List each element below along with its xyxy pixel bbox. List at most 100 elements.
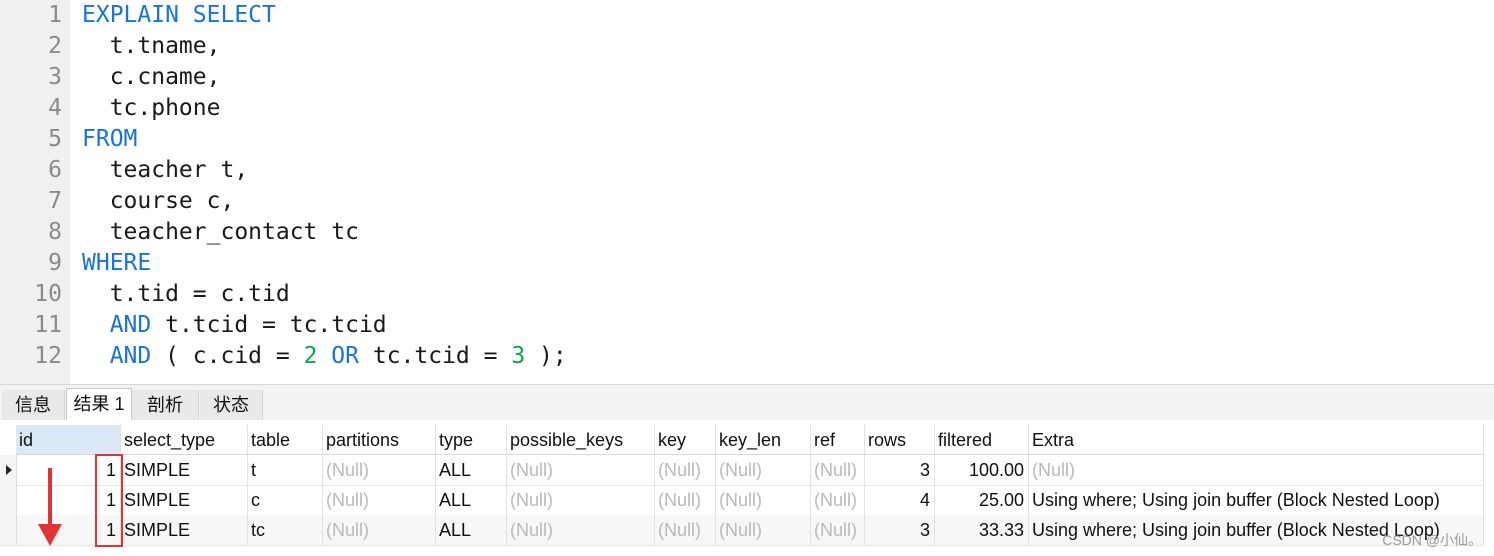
column-header-rows[interactable]: rows	[865, 425, 935, 455]
sql-token: tc.phone	[82, 95, 221, 121]
table-row[interactable]: 1 SIMPLE c (Null) ALL (Null) (Null) (Null) (Null…	[0, 485, 1484, 516]
code-line[interactable]: 6 teacher t,	[0, 155, 1494, 186]
column-header-key-len[interactable]: key_len	[716, 425, 811, 455]
code-text: course c,	[82, 186, 235, 217]
cell-possible-keys[interactable]: (Null)	[507, 515, 655, 545]
code-text: AND ( c.cid = 2 OR tc.tcid = 3 );	[82, 341, 567, 372]
cell-extra[interactable]: (Null)	[1029, 455, 1484, 485]
code-line[interactable]: 12 AND ( c.cid = 2 OR tc.tcid = 3 );	[0, 341, 1494, 372]
line-number: 6	[48, 157, 62, 183]
cell-table[interactable]: t	[248, 455, 323, 485]
line-number: 5	[48, 126, 62, 152]
code-line[interactable]: 1 EXPLAIN SELECT	[0, 0, 1494, 31]
code-line[interactable]: 4 tc.phone	[0, 93, 1494, 124]
column-header-type[interactable]: type	[436, 425, 507, 455]
sql-number: 2	[303, 343, 318, 369]
table-row[interactable]: 1 SIMPLE t (Null) ALL (Null) (Null) (Null) (Null…	[0, 455, 1484, 486]
column-header-ref[interactable]: ref	[811, 425, 865, 455]
down-arrow-head-icon	[38, 524, 62, 546]
cell-key-len[interactable]: (Null)	[716, 455, 811, 485]
line-number: 1	[48, 2, 62, 28]
sql-token: t.tcid = tc.tcid	[151, 312, 387, 338]
cell-key[interactable]: (Null)	[655, 455, 716, 485]
line-number: 2	[48, 33, 62, 59]
sql-token: c.cname,	[82, 64, 221, 90]
code-line[interactable]: 10 t.tid = c.tid	[0, 279, 1494, 310]
cell-type[interactable]: ALL	[436, 515, 507, 545]
column-header-id[interactable]: id	[16, 425, 121, 455]
cell-select-type[interactable]: SIMPLE	[121, 515, 248, 545]
column-header-extra[interactable]: Extra	[1029, 425, 1484, 455]
code-text: t.tid = c.tid	[82, 279, 290, 310]
code-text: t.tname,	[82, 31, 221, 62]
cell-ref[interactable]: (Null)	[811, 515, 865, 545]
sql-editor[interactable]: 1 EXPLAIN SELECT 2 t.tname, 3 c.cname, 4 tc.…	[0, 0, 1494, 384]
sql-keyword: AND	[109, 312, 152, 338]
tab-profile[interactable]: 剖析	[132, 390, 199, 420]
cell-possible-keys[interactable]: (Null)	[507, 485, 655, 515]
code-text: teacher t,	[82, 155, 248, 186]
cell-type[interactable]: ALL	[436, 485, 507, 515]
cell-partitions[interactable]: (Null)	[323, 515, 436, 545]
sql-token: tc.tcid =	[359, 343, 512, 369]
cell-ref[interactable]: (Null)	[811, 455, 865, 485]
column-header-select-type[interactable]: select_type	[121, 425, 248, 455]
code-line[interactable]: 8 teacher_contact tc	[0, 217, 1494, 248]
sql-keyword: FROM	[82, 126, 138, 152]
cell-table[interactable]: c	[248, 485, 323, 515]
cell-partitions[interactable]: (Null)	[323, 455, 436, 485]
sql-token: ( c.cid =	[151, 343, 304, 369]
sql-token: t.tname,	[82, 33, 221, 59]
sql-token: course c,	[82, 188, 235, 214]
down-arrow-icon	[48, 468, 52, 528]
sql-token: teacher_contact tc	[82, 219, 359, 245]
line-number: 12	[34, 343, 62, 369]
cell-extra[interactable]: Using where; Using join buffer (Block Ne…	[1029, 485, 1484, 515]
current-row-arrow-icon	[6, 465, 12, 475]
cell-type[interactable]: ALL	[436, 455, 507, 485]
cell-rows[interactable]: 3	[865, 455, 935, 485]
cell-filtered[interactable]: 33.33	[935, 515, 1029, 545]
cell-filtered[interactable]: 100.00	[935, 455, 1029, 485]
code-line[interactable]: 2 t.tname,	[0, 31, 1494, 62]
cell-key-len[interactable]: (Null)	[716, 515, 811, 545]
cell-key-len[interactable]: (Null)	[716, 485, 811, 515]
code-line[interactable]: 11 AND t.tcid = tc.tcid	[0, 310, 1494, 341]
cell-select-type[interactable]: SIMPLE	[121, 485, 248, 515]
row-indicator[interactable]	[0, 485, 17, 515]
row-indicator[interactable]	[0, 455, 17, 485]
tab-info[interactable]: 信息	[2, 390, 65, 420]
cell-filtered[interactable]: 25.00	[935, 485, 1029, 515]
code-line[interactable]: 9 WHERE	[0, 248, 1494, 279]
cell-rows[interactable]: 4	[865, 485, 935, 515]
code-line[interactable]: 3 c.cname,	[0, 62, 1494, 93]
code-line[interactable]: 5 FROM	[0, 124, 1494, 155]
code-text: AND t.tcid = tc.tcid	[82, 310, 387, 341]
code-line[interactable]: 7 course c,	[0, 186, 1494, 217]
result-grid[interactable]: id select_type table partitions type possible…	[0, 420, 1494, 556]
sql-token: );	[525, 343, 567, 369]
column-header-partitions[interactable]: partitions	[323, 425, 436, 455]
code-text: FROM	[82, 124, 137, 155]
tab-result-1[interactable]: 结果 1	[66, 388, 132, 422]
cell-select-type[interactable]: SIMPLE	[121, 455, 248, 485]
column-header-possible-keys[interactable]: possible_keys	[507, 425, 655, 455]
cell-partitions[interactable]: (Null)	[323, 485, 436, 515]
column-header-key[interactable]: key	[655, 425, 716, 455]
column-header-filtered[interactable]: filtered	[935, 425, 1029, 455]
tab-status[interactable]: 状态	[200, 390, 263, 420]
cell-key[interactable]: (Null)	[655, 485, 716, 515]
cell-ref[interactable]: (Null)	[811, 485, 865, 515]
row-indicator[interactable]	[0, 515, 17, 545]
cell-table[interactable]: tc	[248, 515, 323, 545]
result-tab-bar: 信息 结果 1 剖析 状态	[0, 384, 1494, 422]
cell-rows[interactable]: 3	[865, 515, 935, 545]
cell-key[interactable]: (Null)	[655, 515, 716, 545]
cell-possible-keys[interactable]: (Null)	[507, 455, 655, 485]
sql-token: teacher t,	[82, 157, 249, 183]
table-row[interactable]: 1 SIMPLE tc (Null) ALL (Null) (Null) (Null) (Nul…	[0, 515, 1484, 546]
column-header-table[interactable]: table	[248, 425, 323, 455]
